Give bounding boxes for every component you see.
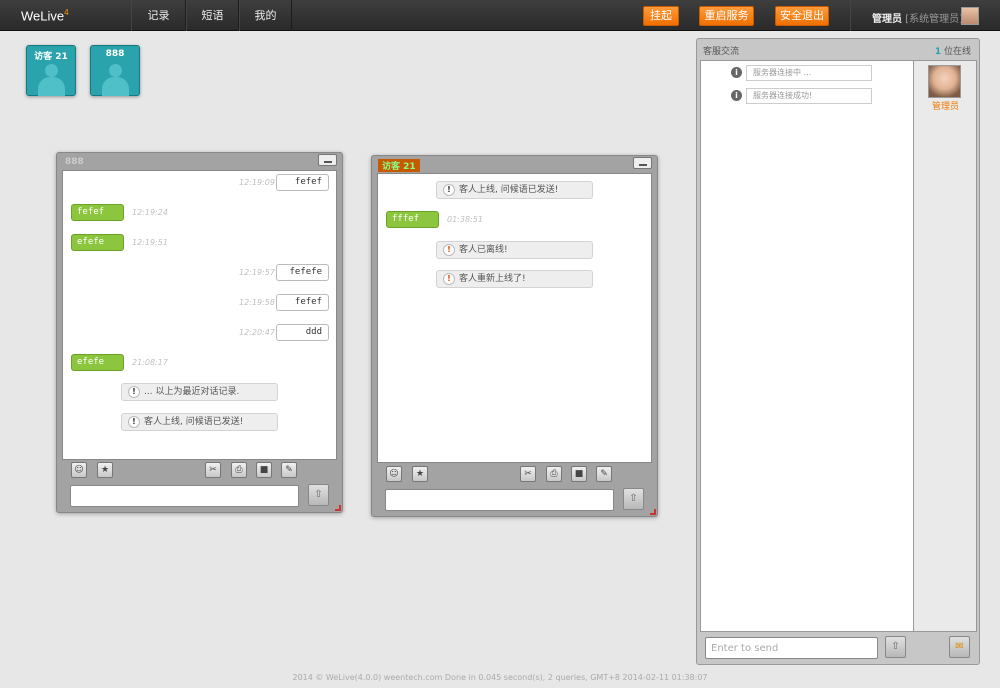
star-icon[interactable]: ★ (97, 462, 113, 478)
admin-avatar[interactable] (928, 65, 961, 98)
alert-icon: ! (443, 273, 455, 285)
staff-message-input[interactable]: Enter to send (705, 637, 878, 659)
message-in: efefe (71, 234, 124, 251)
user-name: 管理员 [系统管理员] (872, 14, 963, 25)
alert-icon: ! (128, 416, 140, 428)
system-notice: ! 客人上线, 问候语已发送! (436, 181, 593, 199)
logo: WeLive4 (21, 8, 69, 24)
send-button[interactable]: ⇧ (308, 484, 329, 506)
visitor-tile-21[interactable]: 访客 21 (26, 45, 76, 96)
message-out: fefef (276, 294, 329, 311)
video-icon[interactable]: ■ (571, 466, 587, 482)
user-avatar[interactable] (961, 7, 979, 25)
window-title: 访客 21 (378, 159, 420, 172)
send-button[interactable]: ⇧ (623, 488, 644, 510)
chat-window-visitor-21: 访客 21 ! 客人上线, 问候语已发送! fffef 01:38:51 ! 客人已… (371, 155, 658, 517)
system-notice: ! 客人上线, 问候语已发送! (121, 413, 278, 431)
message-out: ddd (276, 324, 329, 341)
star-icon[interactable]: ★ (412, 466, 428, 482)
admin-name[interactable]: 管理员 (914, 99, 977, 112)
print-icon[interactable]: ⎙ (546, 466, 562, 482)
system-notice: ! 客人重新上线了! (436, 270, 593, 288)
nav-history[interactable]: 记录 (131, 0, 186, 31)
person-icon (109, 64, 122, 77)
alert-icon: ! (443, 244, 455, 256)
nav-mine[interactable]: 我的 (239, 0, 292, 31)
alert-icon: ! (443, 184, 455, 196)
message-input[interactable] (385, 489, 614, 511)
system-notice: ! 客人已离线! (436, 241, 593, 259)
minimize-button[interactable] (318, 154, 337, 166)
message-in: fefef (71, 204, 124, 221)
info-icon: i (731, 90, 742, 101)
alert-icon: ! (128, 386, 140, 398)
scissors-icon[interactable]: ✂ (520, 466, 536, 482)
panel-title: 客服交流 (703, 47, 740, 57)
pen-icon[interactable]: ✎ (596, 466, 612, 482)
message-out: fefefe (276, 264, 329, 281)
chat-window-888: 888 12:19:09 fefef fefef 12:19:24 efefe … (56, 152, 343, 513)
message-out: fefef (276, 174, 329, 191)
print-icon[interactable]: ⎙ (231, 462, 247, 478)
chat-log: ! 客人上线, 问候语已发送! fffef 01:38:51 ! 客人已离线! ! 客… (377, 173, 652, 463)
staff-chat-log: i 服务器连接中 ... i 服务器连接成功! (700, 60, 914, 632)
restart-service-button[interactable]: 重启服务 (699, 6, 754, 26)
staff-chat-panel: 客服交流 1 位在线 i 服务器连接中 ... i 服务器连接成功! 管理员 Ent… (696, 38, 980, 665)
top-bar: WeLive4 记录 短语 我的 挂起 重启服务 安全退出 管理员 [系统管理员… (0, 0, 1000, 31)
scissors-icon[interactable]: ✂ (205, 462, 221, 478)
info-icon: i (731, 67, 742, 78)
visitor-tile-888[interactable]: 888 (90, 45, 140, 96)
message-in: efefe (71, 354, 124, 371)
video-icon[interactable]: ■ (256, 462, 272, 478)
logout-button[interactable]: 安全退出 (775, 6, 829, 26)
online-count: 1 位在线 (934, 47, 971, 57)
footer: 2014 © WeLive(4.0.0) weentech.com Done i… (292, 673, 708, 682)
system-notice: !... 以上为最近对话记录. (121, 383, 278, 401)
staff-send-button[interactable]: ⇧ (885, 636, 906, 658)
message-in: fffef (386, 211, 439, 228)
minimize-button[interactable] (633, 157, 652, 169)
resize-handle[interactable] (335, 505, 341, 511)
smile-icon[interactable]: ☺ (386, 466, 402, 482)
info-message: i 服务器连接成功! (731, 88, 872, 104)
nav-phrases[interactable]: 短语 (186, 0, 239, 31)
chat-log: 12:19:09 fefef fefef 12:19:24 efefe 12:1… (62, 170, 337, 460)
resize-handle[interactable] (650, 509, 656, 515)
window-title: 888 (65, 157, 84, 167)
message-input[interactable] (70, 485, 299, 507)
bell-icon[interactable]: ✉ (949, 636, 970, 658)
person-icon (45, 64, 58, 77)
pen-icon[interactable]: ✎ (281, 462, 297, 478)
online-staff-list: 管理员 (914, 60, 977, 632)
info-message: i 服务器连接中 ... (731, 65, 872, 81)
hangup-button[interactable]: 挂起 (643, 6, 679, 26)
smile-icon[interactable]: ☺ (71, 462, 87, 478)
user-box: 管理员 [系统管理员] (850, 0, 1000, 31)
